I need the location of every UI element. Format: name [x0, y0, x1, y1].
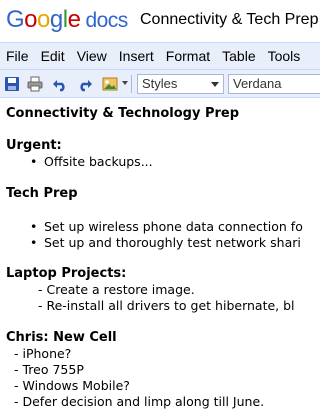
logo-letter-g2: g — [49, 6, 63, 33]
menu-file[interactable]: File — [0, 48, 35, 64]
logo-docs: docs — [85, 9, 128, 32]
menu-format[interactable]: Format — [160, 48, 216, 64]
insert-image-icon[interactable] — [102, 76, 118, 92]
logo-letter-o1: o — [24, 6, 38, 33]
bullet-icon: • — [30, 219, 38, 234]
chevron-down-icon — [211, 82, 219, 87]
toolbar: Styles Verdana — [0, 70, 320, 98]
redo-icon[interactable] — [77, 76, 93, 92]
toolbar-divider — [131, 75, 132, 93]
document-title[interactable]: Connectivity & Tech Prep — [140, 11, 318, 29]
logo-letter-g: G — [6, 6, 25, 33]
list-item: - Re-install all drivers to get hibernat… — [38, 298, 295, 313]
undo-icon[interactable] — [52, 76, 68, 92]
font-dropdown-value: Verdana — [233, 76, 282, 91]
bullet-icon: • — [30, 235, 38, 250]
doc-title-heading: Connectivity & Technology Prep — [6, 106, 240, 121]
print-icon[interactable] — [27, 76, 43, 92]
list-item: • Set up wireless phone data connection f… — [30, 219, 303, 235]
menu-view[interactable]: View — [71, 48, 113, 64]
menu-bar: File Edit View Insert Format Table Tools — [0, 42, 320, 70]
menu-tools[interactable]: Tools — [262, 48, 307, 64]
document-body[interactable]: Connectivity & Technology Prep Urgent: •… — [0, 98, 320, 412]
laptop-projects-heading: Laptop Projects: — [6, 266, 127, 281]
bullet-icon: • — [30, 154, 38, 169]
tech-item-text: Set up and thoroughly test network shari — [44, 235, 301, 250]
save-icon[interactable] — [4, 76, 20, 92]
list-item: - Create a restore image. — [38, 282, 195, 297]
menu-edit[interactable]: Edit — [35, 48, 71, 64]
menu-insert[interactable]: Insert — [113, 48, 160, 64]
styles-dropdown-value: Styles — [142, 76, 178, 91]
styles-dropdown[interactable]: Styles — [137, 74, 224, 94]
urgent-heading: Urgent: — [6, 138, 62, 153]
logo-letter-e: e — [67, 6, 81, 33]
image-dropdown-arrow-icon[interactable] — [122, 81, 128, 85]
chris-new-cell-heading: Chris: New Cell — [6, 330, 117, 345]
google-docs-logo[interactable]: Google docs — [6, 6, 128, 34]
app-header: Google docs Connectivity & Tech Prep — [0, 0, 320, 42]
list-item: - Defer decision and limp along till Jun… — [14, 394, 265, 409]
list-item: - Treo 755P — [14, 362, 84, 377]
list-item: - iPhone? — [14, 346, 72, 361]
logo-letter-o2: o — [37, 6, 50, 33]
tech-prep-heading: Tech Prep — [6, 186, 78, 201]
list-item: - Windows Mobile? — [14, 378, 130, 393]
font-dropdown[interactable]: Verdana — [228, 74, 320, 94]
urgent-item-text: Offsite backups... — [44, 154, 153, 169]
menu-table[interactable]: Table — [216, 48, 261, 64]
list-item: • Set up and thoroughly test network shar… — [30, 235, 301, 251]
tech-item-text: Set up wireless phone data connection fo — [44, 219, 303, 234]
list-item: • Offsite backups... — [30, 154, 153, 170]
